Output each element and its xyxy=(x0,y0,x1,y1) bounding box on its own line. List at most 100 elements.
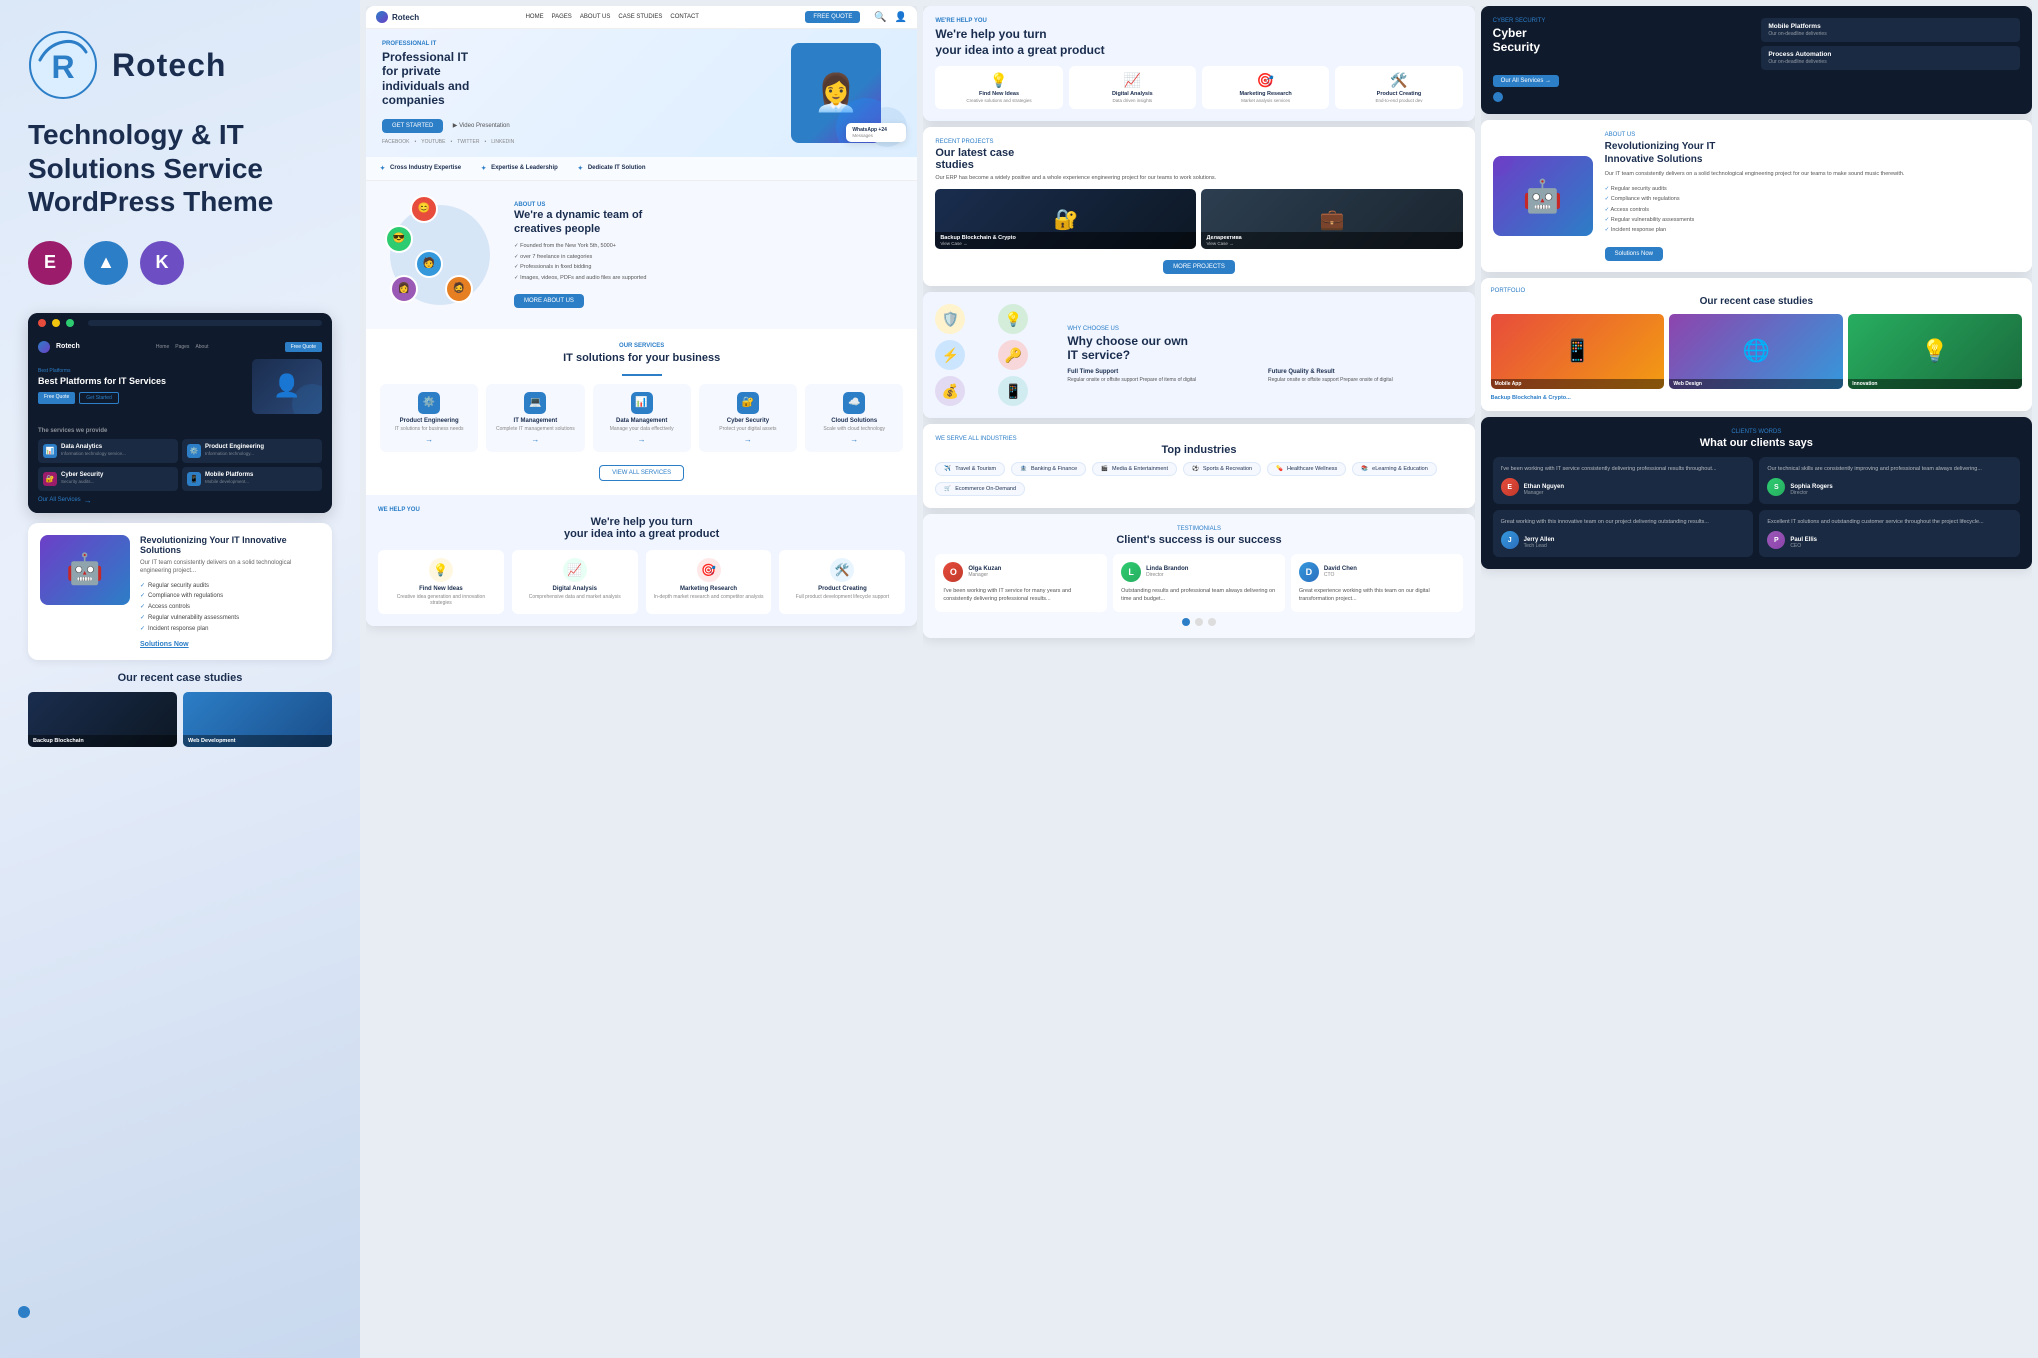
testi-role: CTO xyxy=(1324,572,1357,578)
industry-chip: 📚 eLearning & Education xyxy=(1352,462,1437,476)
case-card: 💼 Деларектива View Case → xyxy=(1201,189,1462,249)
col2-testimonials: TESTIMONIALS Client's success is our suc… xyxy=(923,514,1474,638)
preview-innovative: 🤖 ABOUT US Revolutionizing Your ITInnova… xyxy=(1481,120,2032,272)
cases-desc: Our ERP has become a widely positive and… xyxy=(935,175,1462,181)
hero-text: PROFESSIONAL IT Professional ITfor priva… xyxy=(382,41,781,145)
service-item: 📊 Data Management Manage your data effec… xyxy=(593,384,691,453)
preview-idea: WE HELP YOU We're help you turnyour idea… xyxy=(366,495,917,626)
avatar-5: 🧔 xyxy=(445,275,473,303)
why-icon: 💡 xyxy=(998,304,1028,334)
service-icon: 📊 xyxy=(631,392,653,414)
col2-cases: RECENT PROJECTS Our latest casestudies O… xyxy=(923,127,1474,286)
team-features: ✓ Founded from the New York 5th, 5000+ ✓… xyxy=(514,241,903,283)
innovative-cta[interactable]: Solutions Now xyxy=(1605,242,2020,260)
testi-text: Great experience working with this team … xyxy=(1299,587,1455,604)
about-title: Revolutionizing Your IT Innovative Solut… xyxy=(140,535,320,555)
col3-cases-title: Our recent case studies xyxy=(1491,296,2022,307)
hero-secondary[interactable]: ▶ Video Presentation xyxy=(453,123,510,129)
client-name: Ethan Nguyen xyxy=(1524,484,1564,490)
bottom-cases: Backup Blockchain Web Development xyxy=(28,692,332,747)
website-preview-1: Rotech HOME PAGES ABOUT US CASE STUDIES … xyxy=(366,6,917,626)
kirki-icon[interactable]: K xyxy=(140,241,184,285)
why-icon: ⚡ xyxy=(935,340,965,370)
testi-role: Manager xyxy=(968,572,1001,578)
team-cta[interactable]: MORE ABOUT US xyxy=(514,289,903,307)
avatar-1: 😊 xyxy=(410,195,438,223)
testi-avatar: L Linda Brandon Director xyxy=(1121,562,1277,582)
case-item-label: Innovation xyxy=(1852,381,2018,387)
industry-chip: ✈️ Travel & Tourism xyxy=(935,462,1005,476)
cases-grid: 🔐 Backup Blockchain & Crypto View Case →… xyxy=(935,189,1462,249)
hero-cta[interactable]: GET STARTED xyxy=(382,119,443,133)
nav-cta[interactable]: FREE QUOTE xyxy=(805,11,860,23)
industries-eyebrow: WE SERVE ALL INDUSTRIES xyxy=(935,436,1462,442)
innovative-desc: Our IT team consistently delivers on a s… xyxy=(1605,171,2020,179)
builder-icons: E ▲ K xyxy=(28,241,332,285)
innovative-features: ✓ Regular security audits ✓ Compliance w… xyxy=(1605,184,2020,236)
about-cta[interactable]: Solutions Now xyxy=(140,641,320,648)
client-role: Director xyxy=(1790,490,1832,496)
idea-icon: 🎯 xyxy=(697,558,721,582)
why-icons-area: 🛡️ 💡 ⚡ 🔑 💰 📱 xyxy=(935,304,1055,406)
industry-chip: 🎬 Media & Entertainment xyxy=(1092,462,1177,476)
clients-title: What our clients says xyxy=(1493,437,2020,449)
col3-dark-hero: CYBER SECURITY CyberSecurity Mobile Plat… xyxy=(1481,6,2032,114)
elementor-icon[interactable]: E xyxy=(28,241,72,285)
case-link[interactable]: View Case → xyxy=(940,241,1191,246)
dark-card-title: Mobile Platforms xyxy=(1768,23,2013,30)
col2-idea-cards: 💡 Find New Ideas Creative solutions and … xyxy=(935,66,1462,109)
service-icon: 🔐 xyxy=(737,392,759,414)
left-dark-thumb: Rotech Home Pages About Free Quote Best … xyxy=(28,313,332,513)
preview-industries: WE SERVE ALL INDUSTRIES Top industries ✈… xyxy=(923,424,1474,508)
nav-logo: Rotech xyxy=(376,11,419,23)
decoration-dot xyxy=(18,1306,30,1318)
col2-hero: WE'RE HELP YOU We're help you turnyour i… xyxy=(923,6,1474,121)
brand-tagline: Technology & IT Solutions Service WordPr… xyxy=(28,118,332,219)
service-desc: Scale with cloud technology xyxy=(810,426,898,433)
dark-hero-card: Mobile Platforms Our on-deadline deliver… xyxy=(1761,18,2020,42)
service-item: ☁️ Cloud Solutions Scale with cloud tech… xyxy=(805,384,903,453)
col3-cases-eyebrow: PORTFOLIO xyxy=(1491,288,2022,294)
case-link[interactable]: View Case → xyxy=(1206,241,1457,246)
clients-grid: I've been working with IT service consis… xyxy=(1493,457,2020,558)
elementor2-icon[interactable]: ▲ xyxy=(84,241,128,285)
client-card: Our technical skills are consistently im… xyxy=(1759,457,2020,504)
idea-desc: Full product development lifecycle suppo… xyxy=(787,594,897,600)
hero-eyebrow: PROFESSIONAL IT xyxy=(382,41,781,47)
why-feature: Full Time Support Regular onsite or offs… xyxy=(1067,369,1262,384)
client-name: Jerry Allen xyxy=(1524,537,1555,543)
avatar-2: 😎 xyxy=(385,225,413,253)
avatar-3: 🧑 xyxy=(415,250,443,278)
col-2: WE'RE HELP YOU We're help you turnyour i… xyxy=(923,6,1474,1352)
dark-card-title: Process Automation xyxy=(1768,51,2013,58)
testi-role: Director xyxy=(1146,572,1188,578)
why-icon: 💰 xyxy=(935,376,965,406)
industry-chip: 🛒 Ecommerce On-Demand xyxy=(935,482,1025,496)
client-info: E Ethan Nguyen Manager xyxy=(1501,478,1746,496)
logo-area: R Rotech xyxy=(28,30,332,100)
col2-hero-title: We're help you turnyour idea into a grea… xyxy=(935,27,1462,58)
services-cta[interactable]: VIEW ALL SERVICES xyxy=(599,465,684,481)
case-item: 🌐 Web Design xyxy=(1669,314,1843,389)
team-title: We're a dynamic team ofcreatives people xyxy=(514,208,903,237)
cases-eyebrow: RECENT PROJECTS xyxy=(935,139,1462,145)
client-info: S Sophia Rogers Director xyxy=(1767,478,2012,496)
dot-red xyxy=(38,319,46,327)
dark-hero-cta1[interactable]: Our All Services → xyxy=(1493,75,1559,87)
why-features: Full Time Support Regular onsite or offs… xyxy=(1067,369,1462,384)
hero-float-card: WhatsApp +24 Messages xyxy=(846,123,906,142)
case-item-label: Mobile App xyxy=(1495,381,1661,387)
col3-case-subtitle: Backup Blockchain & Crypto... xyxy=(1491,395,2022,401)
testi-card: L Linda Brandon Director Outstanding res… xyxy=(1113,554,1285,612)
hero-image: 👩‍💼 WhatsApp +24 Messages xyxy=(791,43,901,142)
testi-avatar: O Olga Kuzan Manager xyxy=(943,562,1099,582)
col-3: CYBER SECURITY CyberSecurity Mobile Plat… xyxy=(1481,6,2032,1352)
idea-card-sm: 💡 Find New Ideas Creative solutions and … xyxy=(935,66,1062,109)
testi-avatar: D David Chen CTO xyxy=(1299,562,1455,582)
innovative-text: ABOUT US Revolutionizing Your ITInnovati… xyxy=(1605,132,2020,260)
client-avatar: J xyxy=(1501,531,1519,549)
cases-cta[interactable]: MORE PROJECTS xyxy=(1163,260,1235,274)
why-eyebrow: WHY CHOOSE US xyxy=(1067,326,1462,332)
idea-name: Product Creating xyxy=(787,586,897,592)
dark-card-desc: Our on-deadline deliveries xyxy=(1768,59,2013,65)
